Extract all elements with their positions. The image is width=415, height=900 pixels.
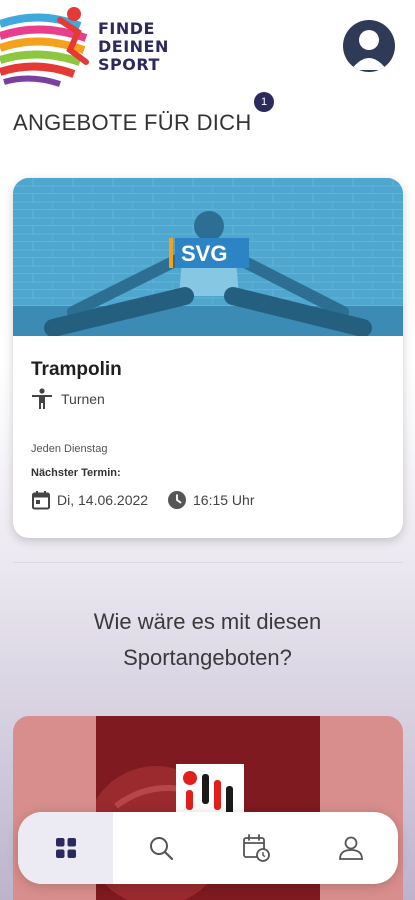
clock-icon — [168, 491, 186, 509]
offer-category: Turnen — [31, 387, 105, 411]
runner-logo-icon — [0, 7, 89, 87]
trampoline-photo: SVG — [13, 178, 403, 337]
logo-line-3: SPORT — [98, 55, 160, 74]
calendar-badge-icon — [242, 834, 270, 862]
offer-time-label: 16:15 Uhr — [193, 492, 255, 508]
offer-category-label: Turnen — [61, 391, 105, 407]
offer-date-label: Di, 14.06.2022 — [57, 492, 149, 508]
nav-item-home[interactable] — [18, 812, 113, 884]
bottom-navigation — [18, 812, 398, 884]
offer-schedule: Jeden Dienstag — [31, 443, 108, 455]
offer-time: 16:15 Uhr — [167, 488, 254, 512]
offer-card[interactable]: SVG Trampolin Turnen Jeden Dienstag Näch… — [13, 178, 403, 538]
logo-line-2: DEINEN — [98, 37, 169, 56]
nav-item-appointments[interactable] — [208, 812, 303, 884]
nav-item-profile[interactable] — [303, 812, 398, 884]
logo-wordmark: FINDE DEINEN SPORT — [98, 20, 169, 74]
grid-icon — [55, 838, 76, 858]
offer-title: Trampolin — [31, 359, 122, 380]
offer-date: Di, 14.06.2022 — [31, 488, 148, 512]
offers-count-badge: 1 — [254, 92, 274, 112]
suggestions-heading: Wie wäre es mit diesen Sportangeboten? — [93, 609, 322, 670]
profile-icon — [338, 836, 363, 860]
user-avatar[interactable] — [343, 20, 395, 72]
offer-card-image: SVG — [13, 178, 403, 337]
calendar-icon — [32, 491, 50, 510]
user-avatar-icon — [351, 30, 387, 70]
nav-item-search[interactable] — [113, 812, 208, 884]
section-title: ANGEBOTE FÜR DICH — [13, 110, 252, 135]
section-divider — [13, 562, 403, 563]
search-icon — [149, 837, 173, 861]
next-date-label: Nächster Termin: — [31, 467, 121, 479]
app-header: FINDE DEINEN SPORT — [0, 0, 415, 92]
finde-deinen-sport-logo[interactable]: FINDE DEINEN SPORT — [0, 4, 210, 88]
gymnast-icon — [32, 388, 52, 409]
svg-club-logo-text: SVG — [181, 241, 227, 266]
logo-line-1: FINDE — [98, 19, 155, 38]
